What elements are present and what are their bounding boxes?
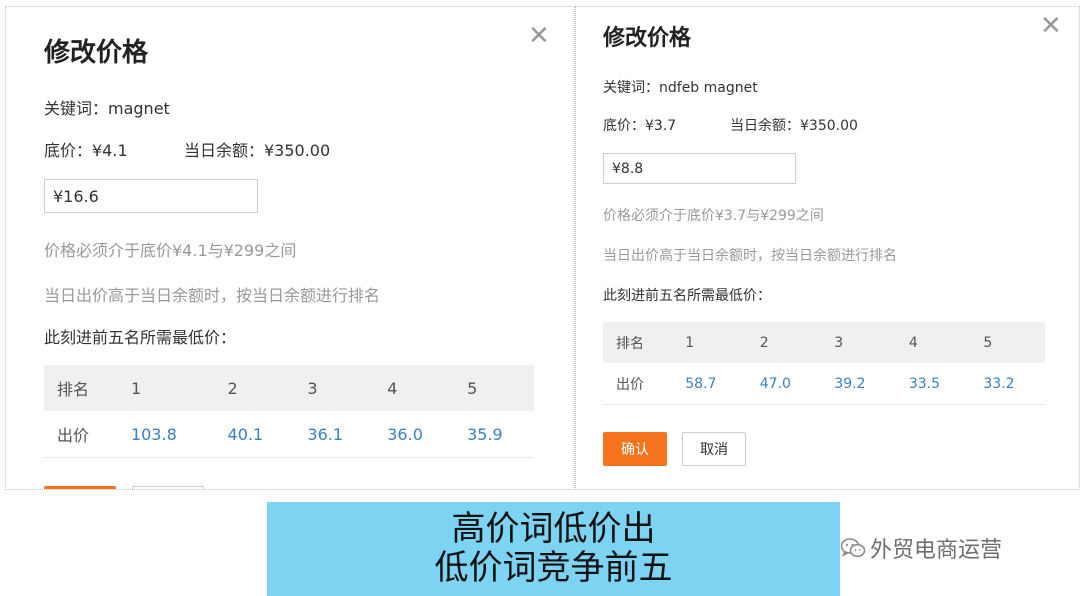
rank-header: 排名 xyxy=(44,365,118,411)
caption-line-2: 低价词竞争前五 xyxy=(434,548,673,588)
price-range-hint: 价格必须介于底价¥4.1与¥299之间 xyxy=(44,241,297,260)
bid-value[interactable]: 33.5 xyxy=(895,363,971,405)
rank-cell: 4 xyxy=(374,365,455,411)
top5-min-price-label: 此刻进前五名所需最低价： xyxy=(603,288,771,304)
keyword-label: 关键词：magnet xyxy=(44,99,170,118)
bid-value[interactable]: 47.0 xyxy=(746,363,822,405)
caption-line-1: 高价词低价出 xyxy=(451,509,656,549)
ranking-rule-hint: 当日出价高于当日余额时，按当日余额进行排名 xyxy=(44,286,381,305)
close-icon[interactable]: ✕ xyxy=(1040,13,1062,39)
bid-value[interactable]: 36.0 xyxy=(374,411,455,458)
cancel-button[interactable]: 取消 xyxy=(682,432,746,466)
caption-banner: 高价词低价出 低价词竞争前五 xyxy=(267,502,840,596)
floor-price-label: 底价：¥3.7 xyxy=(603,118,677,134)
cancel-button[interactable]: 取消 xyxy=(132,486,204,489)
price-input[interactable] xyxy=(603,153,796,184)
edit-price-dialog-ndfeb-magnet: ✕ 修改价格 关键词：ndfeb magnet 底价：¥3.7 当日余额：¥35… xyxy=(575,6,1080,490)
table-header-row: 排名 1 2 3 4 5 xyxy=(603,322,1045,363)
top5-min-price-label: 此刻进前五名所需最低价： xyxy=(44,328,237,347)
rank-cell: 1 xyxy=(672,322,747,363)
rank-cell: 5 xyxy=(970,322,1045,363)
price-input[interactable] xyxy=(44,179,258,213)
table-row: 出价 58.7 47.0 39.2 33.5 33.2 xyxy=(603,363,1045,405)
top5-price-table: 排名 1 2 3 4 5 出价 103.8 40.1 36.1 36.0 35.… xyxy=(44,365,534,458)
close-icon[interactable]: ✕ xyxy=(528,23,550,49)
wechat-icon xyxy=(840,538,866,558)
bid-label: 出价 xyxy=(603,363,673,405)
confirm-button[interactable]: 确认 xyxy=(44,486,116,489)
table-header-row: 排名 1 2 3 4 5 xyxy=(44,365,534,411)
rank-header: 排名 xyxy=(603,322,673,363)
daily-balance-label: 当日余额：¥350.00 xyxy=(184,141,331,160)
wechat-watermark: 外贸电商运营 xyxy=(840,532,1002,564)
edit-price-dialog-magnet: ✕ 修改价格 关键词：magnet 底价：¥4.1 当日余额：¥350.00 价… xyxy=(5,6,575,490)
bid-value[interactable]: 36.1 xyxy=(294,411,375,458)
rank-cell: 3 xyxy=(821,322,896,363)
dialog-title: 修改价格 xyxy=(44,38,149,68)
confirm-button[interactable]: 确认 xyxy=(603,432,667,466)
daily-balance-label: 当日余额：¥350.00 xyxy=(730,118,858,134)
bid-value[interactable]: 103.8 xyxy=(117,411,215,458)
price-range-hint: 价格必须介于底价¥3.7与¥299之间 xyxy=(603,208,824,224)
ranking-rule-hint: 当日出价高于当日余额时，按当日余额进行排名 xyxy=(603,248,897,264)
screenshot-canvas: ✕ 修改价格 关键词：magnet 底价：¥4.1 当日余额：¥350.00 价… xyxy=(0,0,1080,596)
bid-value[interactable]: 39.2 xyxy=(821,363,896,405)
rank-cell: 1 xyxy=(117,365,215,411)
bid-label: 出价 xyxy=(44,411,118,458)
keyword-label: 关键词：ndfeb magnet xyxy=(603,80,758,96)
rank-cell: 5 xyxy=(454,365,534,411)
rank-cell: 4 xyxy=(895,322,971,363)
top5-price-table: 排名 1 2 3 4 5 出价 58.7 47.0 39.2 33.5 33.2 xyxy=(603,322,1045,405)
bid-value[interactable]: 35.9 xyxy=(454,411,534,458)
dialog-title: 修改价格 xyxy=(603,26,692,51)
bid-value[interactable]: 40.1 xyxy=(214,411,295,458)
rank-cell: 3 xyxy=(294,365,375,411)
bid-value[interactable]: 58.7 xyxy=(672,363,747,405)
bid-value[interactable]: 33.2 xyxy=(970,363,1045,405)
watermark-text: 外贸电商运营 xyxy=(870,538,1003,563)
table-row: 出价 103.8 40.1 36.1 36.0 35.9 xyxy=(44,411,534,458)
rank-cell: 2 xyxy=(746,322,822,363)
floor-price-label: 底价：¥4.1 xyxy=(44,141,128,160)
rank-cell: 2 xyxy=(214,365,295,411)
